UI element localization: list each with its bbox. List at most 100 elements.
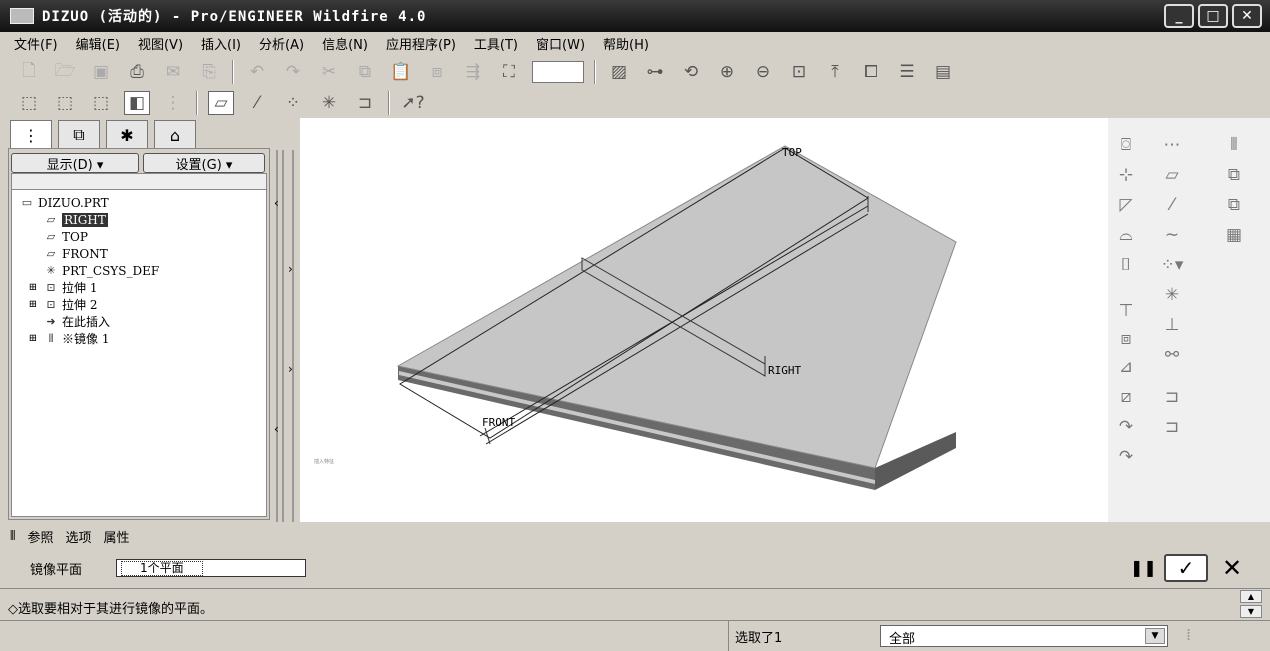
context-help-icon[interactable]: ➚? [400,91,426,115]
open-file-icon[interactable]: 🗁 [52,60,78,84]
send-attachment-icon[interactable]: ⎘ [196,60,222,84]
csys-tool-icon[interactable]: ✳ [1158,282,1186,308]
datum-plane-tool-icon[interactable]: ▱ [1158,162,1186,188]
menu-tools[interactable]: 工具(T) [474,34,518,53]
send-mail-icon[interactable]: ✉ [160,60,186,84]
right-datum-label[interactable]: RIGHT [768,364,801,377]
menu-window[interactable]: 窗口(W) [536,34,585,53]
tree-item[interactable]: ▭ DIZUO.PRT [12,194,266,211]
paste-special-icon[interactable]: ⧈ [424,60,450,84]
paste-tool-icon[interactable]: ⊐ [1158,414,1186,440]
print-icon[interactable]: ⎙ [124,60,150,84]
undo-icon[interactable]: ↶ [244,60,270,84]
selection-mode-combo[interactable] [532,61,584,83]
mirror-tool-icon[interactable]: ⫴ [1220,132,1248,158]
hole-tool-icon[interactable]: ⌼ [1112,132,1140,158]
maximize-button[interactable]: □ [1198,4,1228,28]
find-icon[interactable]: ⛶ [496,60,522,84]
menu-view[interactable]: 视图(V) [138,34,183,53]
mirror-plane-collector[interactable]: 1个平面 [116,559,306,577]
zoom-in-icon[interactable]: ⊕ [714,60,740,84]
scroll-up-icon[interactable]: ▲ [1240,590,1262,603]
minimize-button[interactable]: _ [1164,4,1194,28]
panel-sash[interactable]: ‹ › › ‹ [274,150,296,522]
trim-tool-icon[interactable]: ⧉ [1220,192,1248,218]
view-manager-icon[interactable]: ▤ [930,60,956,84]
favorites-tab-icon[interactable]: ✱ [106,120,148,150]
settings-dropdown-button[interactable]: 设置(G) ▾ [143,153,265,173]
sketch-datum-icon[interactable]: ⋯ [1158,132,1186,158]
model-tree-tab-icon[interactable]: ⋮ [10,120,52,150]
repaint-icon[interactable]: ▨ [606,60,632,84]
tree-item[interactable]: ⊞ ⊡ 拉伸 1 [12,279,266,296]
menu-info[interactable]: 信息(N) [322,34,368,53]
tree-item[interactable]: ⊞ ⫴ ※镜像 1 [12,330,266,347]
selection-filter-select[interactable]: 全部 ▼ [880,625,1168,647]
datum-points-toggle-icon[interactable]: ⁘ [280,91,306,115]
copy-icon[interactable]: ⧉ [352,60,378,84]
zoom-out-icon[interactable]: ⊖ [750,60,776,84]
model-tree-toggle-icon[interactable]: ⋮ [160,91,186,115]
sweep-tool-icon[interactable]: ⊿ [1112,354,1140,380]
connections-tab-icon[interactable]: ⌂ [154,120,196,150]
copy-tool-icon[interactable]: ⊐ [1158,384,1186,410]
top-datum-label[interactable]: TOP [782,146,802,159]
expand-toggle-icon[interactable]: ⊞ [26,282,40,293]
graphics-window[interactable]: TOP RIGHT FRONT 插入特征 [300,118,1108,522]
ok-button[interactable]: ✓ [1164,554,1208,582]
tree-item[interactable]: ✳ PRT_CSYS_DEF [12,262,266,279]
expand-toggle-icon[interactable]: ⊞ [26,333,40,344]
pause-button[interactable]: ❚❚ [1130,558,1157,580]
datum-curve-tool-icon[interactable]: ∼ [1158,222,1186,248]
round-tool-icon[interactable]: ⌷ [1112,252,1140,278]
menu-applications[interactable]: 应用程序(P) [386,34,456,53]
expand-toggle-icon[interactable]: ⊞ [26,299,40,310]
shading-icon[interactable]: ◧ [124,91,150,115]
close-button[interactable]: ✕ [1232,4,1262,28]
revolve-tool-icon[interactable]: ⚯ [1158,342,1186,368]
csys-toggle-icon[interactable]: ✳ [316,91,342,115]
tab-properties[interactable]: 属性 [104,527,130,546]
blend-tool-icon[interactable]: ⧄ [1112,384,1140,410]
collapse-arrow-icon[interactable]: ‹ [274,422,279,436]
new-file-icon[interactable]: 🗋 [16,60,42,84]
collapse-arrow-icon[interactable]: ‹ [274,196,279,210]
datum-point-tool-icon[interactable]: ⁘▾ [1158,252,1186,278]
expand-arrow-icon[interactable]: › [288,362,293,376]
layers-icon[interactable]: ☰ [894,60,920,84]
datum-planes-toggle-icon[interactable]: ▱ [208,91,234,115]
boundary-blend-icon[interactable]: ↷ [1112,444,1140,470]
chamfer-tool-icon[interactable]: ⊤ [1112,298,1140,324]
folder-browser-tab-icon[interactable]: ⧉ [58,120,100,150]
refit-icon[interactable]: ⊡ [786,60,812,84]
scroll-down-icon[interactable]: ▼ [1240,605,1262,618]
analysis-tool-icon[interactable]: ⊥ [1158,312,1186,338]
hidden-line-icon[interactable]: ⬚ [52,91,78,115]
no-hidden-icon[interactable]: ⬚ [88,91,114,115]
tree-item[interactable]: ⊞ ⊡ 拉伸 2 [12,296,266,313]
paste-icon[interactable]: 📋 [388,60,414,84]
cancel-button[interactable]: ✕ [1216,554,1248,582]
rib-tool-icon[interactable]: ◸ [1112,192,1140,218]
expand-arrow-icon[interactable]: › [288,262,293,276]
merge-tool-icon[interactable]: ⧉ [1220,162,1248,188]
draft-tool-icon[interactable]: ⌓ [1112,222,1140,248]
reorient-icon[interactable]: ⤒ [822,60,848,84]
variable-sweep-icon[interactable]: ↷ [1112,414,1140,440]
tab-references[interactable]: 参照 [27,527,53,546]
menu-insert[interactable]: 插入(I) [201,34,241,53]
menu-analysis[interactable]: 分析(A) [259,34,304,53]
tree-item[interactable]: ▱ FRONT [12,245,266,262]
menu-file[interactable]: 文件(F) [14,34,58,53]
show-dropdown-button[interactable]: 显示(D) ▾ [11,153,139,173]
menu-help[interactable]: 帮助(H) [603,34,649,53]
datum-axis-tool-icon[interactable]: ⁄ [1158,192,1186,218]
message-scrollbar[interactable]: ▲ ▼ [1240,590,1262,620]
extrude-tool-icon[interactable]: ⧈ [1112,326,1140,352]
tree-item[interactable]: ▱ RIGHT [12,211,266,228]
redo-icon[interactable]: ↷ [280,60,306,84]
save-icon[interactable]: ▣ [88,60,114,84]
orient-mode-icon[interactable]: ⟲ [678,60,704,84]
chevron-down-icon[interactable]: ▼ [1145,628,1165,644]
saved-views-icon[interactable]: ⧠ [858,60,884,84]
